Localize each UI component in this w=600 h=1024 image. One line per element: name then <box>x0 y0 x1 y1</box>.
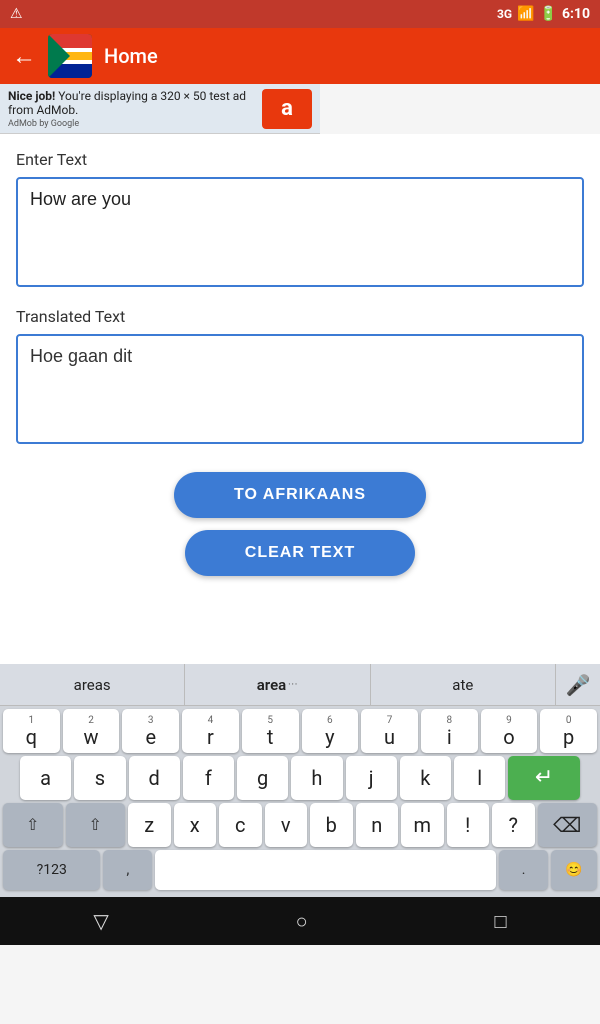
num-sym-key[interactable]: ?123 <box>3 850 100 890</box>
system-nav-bar: ▽ ○ □ <box>0 897 600 945</box>
main-content: Enter Text How <span class="underline-te… <box>0 134 600 664</box>
battery-icon: 🔋 <box>540 6 557 22</box>
key-o[interactable]: 9 o <box>481 709 538 753</box>
key-row-3: ⇧ ⇧ z x c v b n m ! ? ⌫ <box>0 800 600 847</box>
buttons-row: TO AFRIKAANS CLEAR TEXT <box>16 472 584 576</box>
suggestion-area[interactable]: area ··· <box>185 664 370 705</box>
shift-key[interactable]: ⇧ <box>3 803 63 847</box>
shift-key-right[interactable]: ⇧ <box>66 803 126 847</box>
ad-by-text: AdMob by Google <box>8 119 254 129</box>
signal-bars-icon: 📶 <box>517 6 534 22</box>
keyboard-bottom-row: ?123 , . 😊 <box>0 847 600 893</box>
status-icons: 3G 📶 🔋 6:10 <box>497 6 590 22</box>
key-exclaim[interactable]: ! <box>447 803 490 847</box>
nav-recent-icon[interactable]: □ <box>494 909 506 934</box>
nav-back-icon[interactable]: ▽ <box>93 909 108 933</box>
key-a[interactable]: a <box>20 756 71 800</box>
key-h[interactable]: h <box>291 756 342 800</box>
status-bar-left: ⚠ <box>10 6 491 22</box>
to-afrikaans-button[interactable]: TO AFRIKAANS <box>174 472 426 518</box>
key-g[interactable]: g <box>237 756 288 800</box>
comma-label: , <box>126 862 129 878</box>
emoji-icon: 😊 <box>565 862 582 878</box>
key-row-1: 1 q 2 w 3 e 4 r 5 t 6 y 7 u 8 i <box>0 706 600 753</box>
key-q[interactable]: 1 q <box>3 709 60 753</box>
clear-text-button[interactable]: CLEAR TEXT <box>185 530 415 576</box>
admob-logo: a <box>262 89 312 129</box>
emoji-key[interactable]: 😊 <box>551 850 597 890</box>
back-button[interactable]: ← <box>12 42 36 71</box>
key-d[interactable]: d <box>129 756 180 800</box>
app-title: Home <box>104 44 158 68</box>
ad-text-area: Nice job! You're displaying a 320 × 50 t… <box>8 89 254 129</box>
key-v[interactable]: v <box>265 803 308 847</box>
status-bar: ⚠ 3G 📶 🔋 6:10 <box>0 0 600 28</box>
key-w[interactable]: 2 w <box>63 709 120 753</box>
comma-key[interactable]: , <box>103 850 152 890</box>
keyboard: areas area ··· ate 🎤 1 q 2 w 3 e 4 r 5 t <box>0 664 600 897</box>
key-e[interactable]: 3 e <box>122 709 179 753</box>
num-sym-label: ?123 <box>37 862 67 878</box>
key-row-2: a s d f g h j k l ↵ <box>0 753 600 800</box>
suggestion-areas[interactable]: areas <box>0 664 185 705</box>
key-b[interactable]: b <box>310 803 353 847</box>
nav-home-icon[interactable]: ○ <box>296 909 308 934</box>
app-bar: ← Home <box>0 28 600 84</box>
mic-button[interactable]: 🎤 <box>556 664 600 705</box>
signal-text: 3G <box>497 7 512 21</box>
enter-text-label: Enter Text <box>16 150 584 169</box>
time-display: 6:10 <box>562 6 590 22</box>
key-u[interactable]: 7 u <box>361 709 418 753</box>
period-key[interactable]: . <box>499 850 548 890</box>
key-y[interactable]: 6 y <box>302 709 359 753</box>
key-k[interactable]: k <box>400 756 451 800</box>
key-p[interactable]: 0 p <box>540 709 597 753</box>
translated-text-output[interactable]: Hoe <span class="underline-text">gaan</s… <box>16 334 584 444</box>
key-i[interactable]: 8 i <box>421 709 478 753</box>
ad-main-text: Nice job! You're displaying a 320 × 50 t… <box>8 89 254 117</box>
backspace-key[interactable]: ⌫ <box>538 803 598 847</box>
key-n[interactable]: n <box>356 803 399 847</box>
enter-key[interactable]: ↵ <box>508 756 580 800</box>
translated-text-label: Translated Text <box>16 307 584 326</box>
spacebar-key[interactable] <box>155 850 496 890</box>
period-label: . <box>522 862 526 878</box>
key-f[interactable]: f <box>183 756 234 800</box>
key-l[interactable]: l <box>454 756 505 800</box>
key-z[interactable]: z <box>128 803 171 847</box>
key-c[interactable]: c <box>219 803 262 847</box>
key-t[interactable]: 5 t <box>242 709 299 753</box>
alert-icon: ⚠ <box>10 6 23 22</box>
sa-flag <box>48 34 92 78</box>
key-question[interactable]: ? <box>492 803 535 847</box>
enter-text-input[interactable]: How <span class="underline-text">are</sp… <box>16 177 584 287</box>
app-flag-icon <box>48 34 92 78</box>
key-j[interactable]: j <box>346 756 397 800</box>
suggestions-row: areas area ··· ate 🎤 <box>0 664 600 706</box>
key-r[interactable]: 4 r <box>182 709 239 753</box>
key-s[interactable]: s <box>74 756 125 800</box>
ad-bold-text: Nice job! <box>8 89 55 103</box>
suggestion-ate[interactable]: ate <box>371 664 556 705</box>
key-x[interactable]: x <box>174 803 217 847</box>
key-m[interactable]: m <box>401 803 444 847</box>
ad-banner: Nice job! You're displaying a 320 × 50 t… <box>0 84 320 134</box>
